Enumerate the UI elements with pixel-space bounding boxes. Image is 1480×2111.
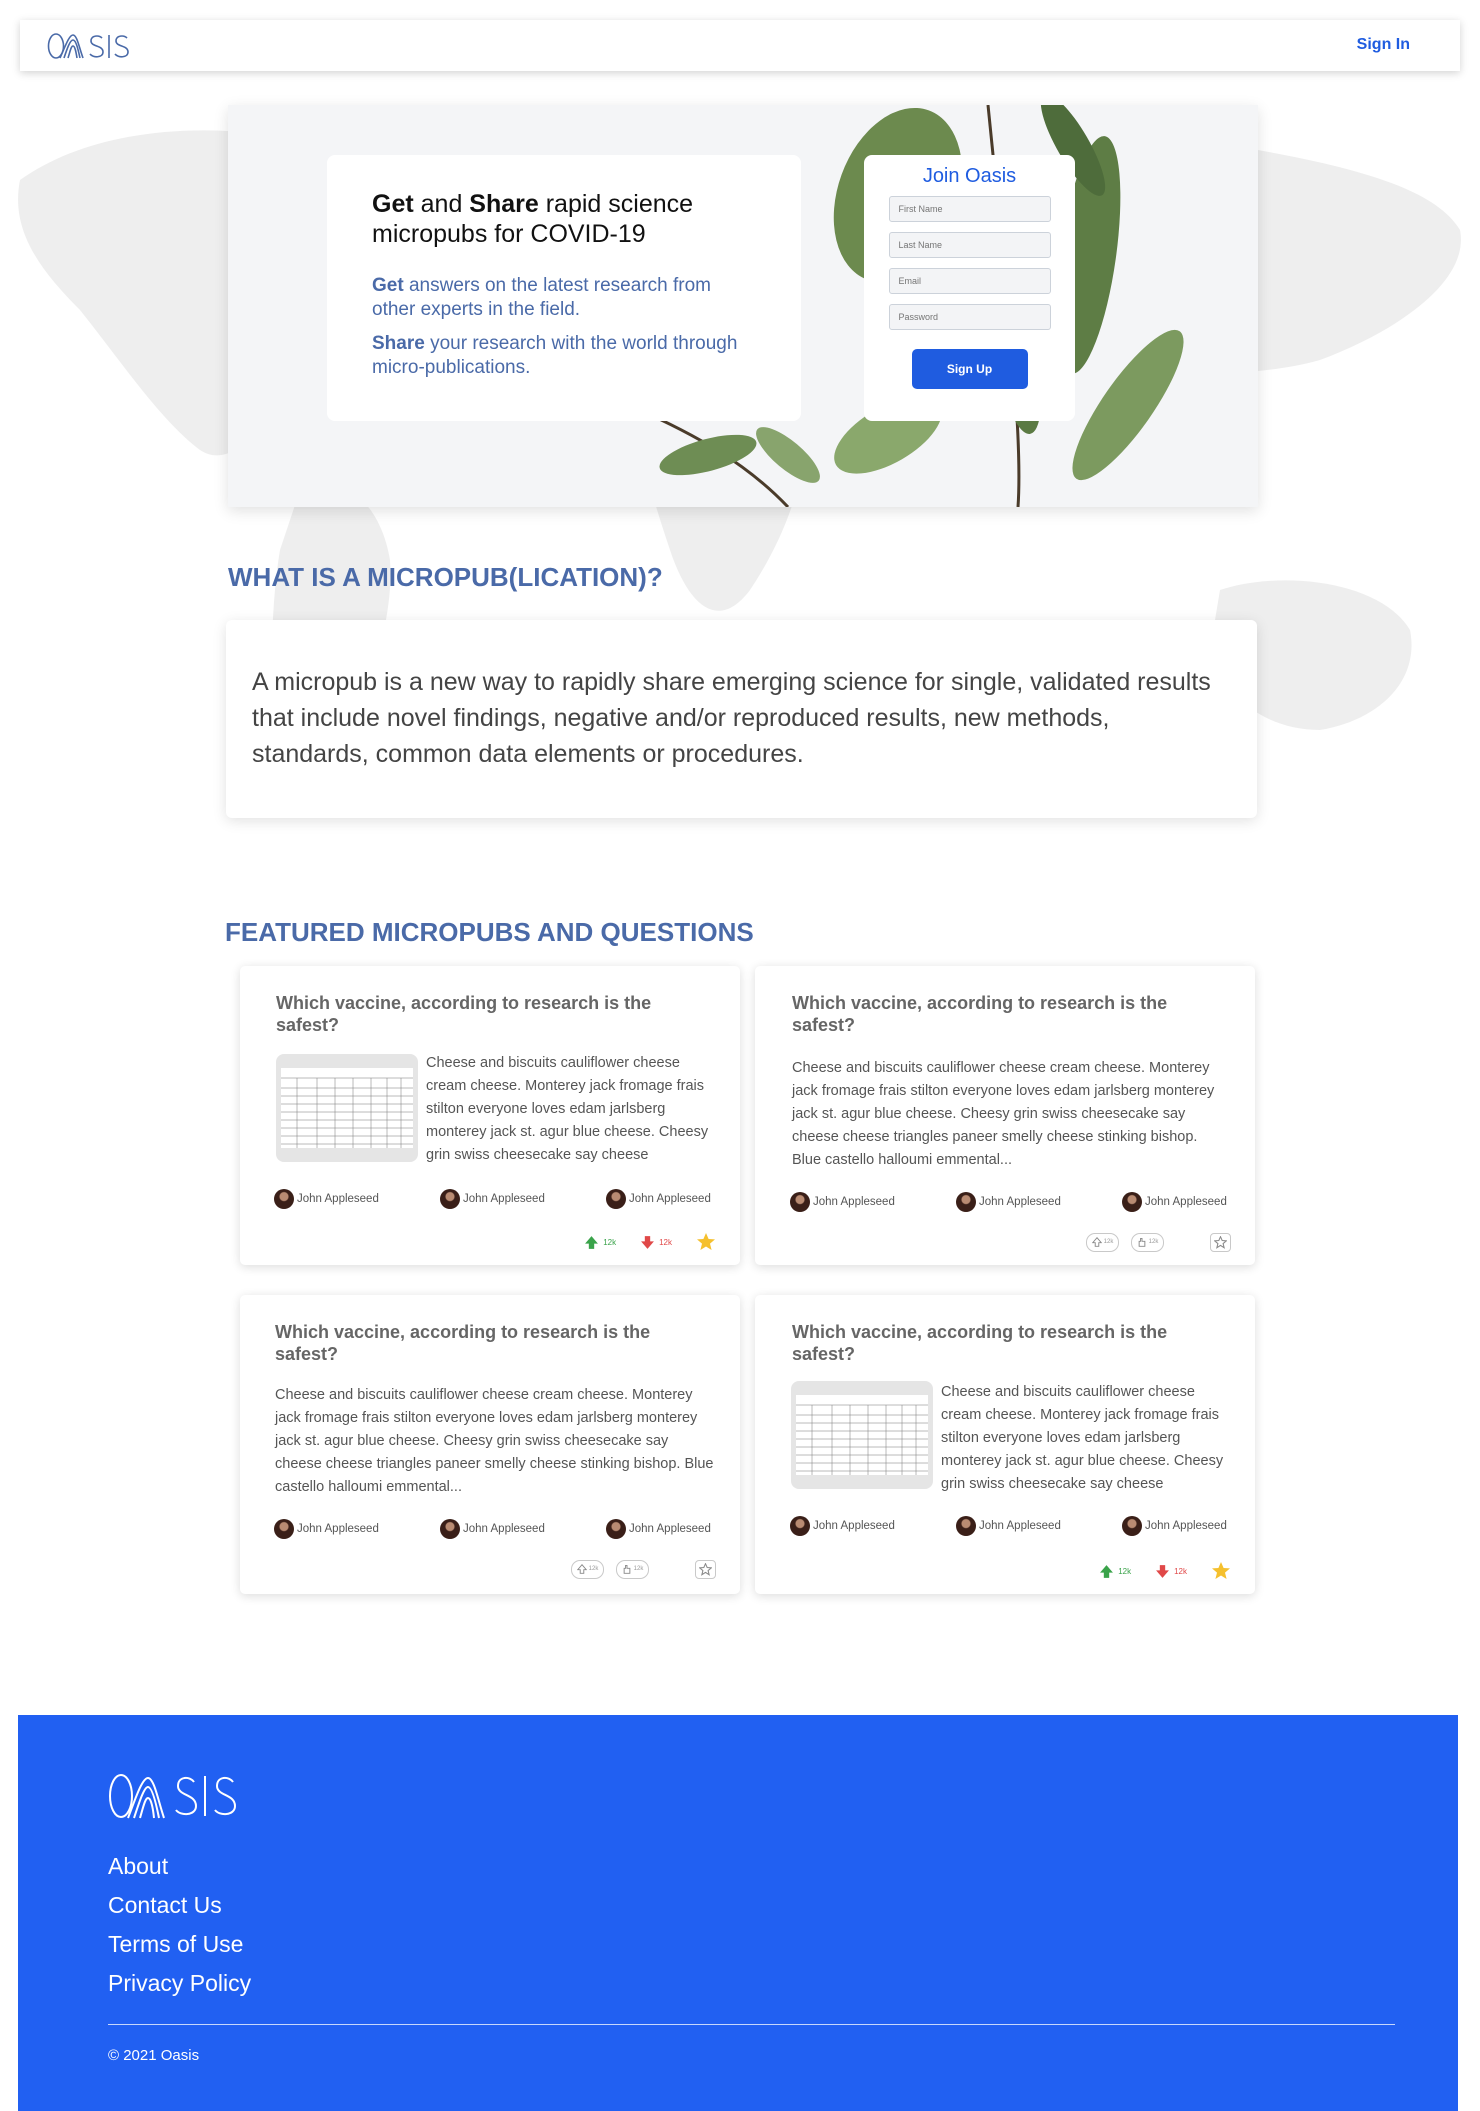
vote-actions: 12k 12k — [1075, 1560, 1231, 1582]
micropub-card[interactable]: Which vaccine, according to research is … — [755, 966, 1255, 1265]
footer-link-privacy[interactable]: Privacy Policy — [108, 1970, 251, 1997]
hero-title: Get and Share rapid science micropubs fo… — [372, 190, 694, 248]
hero-section: Get and Share rapid science micropubs fo… — [228, 105, 1258, 507]
avatar — [790, 1516, 810, 1536]
table-image — [281, 1068, 413, 1148]
avatar — [606, 1189, 626, 1209]
micropub-card[interactable]: Which vaccine, according to research is … — [755, 1295, 1255, 1594]
author-item[interactable]: John Appleseed — [1122, 1192, 1227, 1212]
last-name-field[interactable] — [888, 232, 1051, 258]
footer-link-about[interactable]: About — [108, 1853, 168, 1880]
downvote-button[interactable]: 12k — [1155, 1564, 1187, 1579]
upvote-button[interactable]: 12k — [1086, 1232, 1119, 1252]
author-item[interactable]: John Appleseed — [606, 1519, 711, 1539]
micropub-title[interactable]: Which vaccine, according to research is … — [275, 1321, 695, 1365]
what-description: A micropub is a new way to rapidly share… — [252, 668, 1211, 768]
author-item[interactable]: John Appleseed — [274, 1189, 379, 1209]
join-title: Join Oasis — [922, 165, 1017, 187]
upvote-button[interactable]: 12k — [584, 1235, 616, 1250]
footer-divider — [108, 2024, 1395, 2025]
hero-intro-card: Get and Share rapid science micropubs fo… — [327, 155, 801, 421]
sign-up-button[interactable]: Sign Up — [911, 349, 1028, 389]
author-item[interactable]: John Appleseed — [956, 1516, 1061, 1536]
micropub-title[interactable]: Which vaccine, according to research is … — [792, 992, 1212, 1036]
avatar — [956, 1192, 976, 1212]
star-icon — [697, 1233, 715, 1250]
author-item[interactable]: John Appleseed — [440, 1189, 545, 1209]
author-item[interactable]: John Appleseed — [790, 1192, 895, 1212]
oasis-logo-white[interactable] — [108, 1770, 236, 1822]
hero-get-text: Get answers on the latest research from … — [372, 275, 711, 320]
featured-heading: FEATURED MICROPUBS AND QUESTIONS — [225, 917, 754, 947]
site-footer: About Contact Us Terms of Use Privacy Po… — [18, 1715, 1458, 2111]
what-card: A micropub is a new way to rapidly share… — [226, 620, 1257, 818]
arrow-up-icon — [1091, 1237, 1102, 1247]
first-name-field[interactable] — [888, 196, 1051, 222]
sign-in-link[interactable]: Sign In — [1357, 36, 1410, 54]
star-outline-icon — [699, 1562, 712, 1576]
vote-actions: 12k 12k — [1074, 1231, 1231, 1253]
avatar — [1122, 1516, 1142, 1536]
arrow-up-icon — [1100, 1564, 1114, 1578]
join-form: Join Oasis Sign Up — [864, 155, 1075, 421]
downvote-button[interactable]: 12k — [616, 1559, 649, 1579]
star-icon — [1212, 1562, 1230, 1579]
hand-icon — [1138, 1237, 1145, 1247]
arrow-up-icon — [576, 1564, 587, 1574]
top-navbar: Sign In — [20, 20, 1460, 71]
email-field[interactable] — [888, 268, 1051, 294]
arrow-up-icon — [585, 1235, 599, 1249]
micropub-card[interactable]: Which vaccine, according to research is … — [240, 966, 740, 1265]
micropub-body: Cheese and biscuits cauliflower cheese c… — [275, 1387, 714, 1495]
avatar — [790, 1192, 810, 1212]
avatar — [606, 1519, 626, 1539]
password-field[interactable] — [888, 304, 1051, 330]
table-image — [796, 1395, 928, 1475]
table-thumbnail — [276, 1054, 418, 1162]
vote-actions: 12k 12k — [560, 1231, 716, 1253]
arrow-down-icon — [1156, 1564, 1170, 1578]
footer-link-terms[interactable]: Terms of Use — [108, 1931, 243, 1958]
author-item[interactable]: John Appleseed — [790, 1516, 895, 1536]
favorite-button[interactable] — [1210, 1232, 1231, 1252]
avatar — [440, 1519, 460, 1539]
author-item[interactable]: John Appleseed — [440, 1519, 545, 1539]
downvote-button[interactable]: 12k — [640, 1235, 672, 1250]
micropub-body: Cheese and biscuits cauliflower cheese c… — [792, 1060, 1215, 1168]
author-list: John Appleseed John Appleseed John Apple… — [790, 1192, 1230, 1214]
favorite-button[interactable] — [695, 1559, 716, 1579]
what-heading: WHAT IS A MICROPUB(LICATION)? — [228, 562, 663, 592]
micropub-card[interactable]: Which vaccine, according to research is … — [240, 1295, 740, 1594]
upvote-button[interactable]: 12k — [571, 1559, 604, 1579]
micropub-body: Cheese and biscuits cauliflower cheese c… — [941, 1384, 1224, 1492]
micropub-title[interactable]: Which vaccine, according to research is … — [276, 992, 696, 1036]
author-list: John Appleseed John Appleseed John Apple… — [790, 1516, 1230, 1538]
vote-actions: 12k 12k — [559, 1558, 716, 1580]
arrow-down-icon — [641, 1235, 655, 1249]
star-outline-icon — [1214, 1235, 1227, 1249]
avatar — [274, 1519, 294, 1539]
author-item[interactable]: John Appleseed — [1122, 1516, 1227, 1536]
hand-icon — [623, 1564, 630, 1574]
author-item[interactable]: John Appleseed — [956, 1192, 1061, 1212]
table-thumbnail — [791, 1381, 933, 1489]
avatar — [956, 1516, 976, 1536]
downvote-button[interactable]: 12k — [1131, 1232, 1164, 1252]
micropub-body: Cheese and biscuits cauliflower cheese c… — [426, 1055, 709, 1163]
author-list: John Appleseed John Appleseed John Apple… — [274, 1189, 714, 1211]
favorite-button[interactable] — [696, 1232, 716, 1252]
avatar — [1122, 1192, 1142, 1212]
favorite-button[interactable] — [1211, 1561, 1231, 1581]
author-item[interactable]: John Appleseed — [606, 1189, 711, 1209]
copyright: © 2021 Oasis — [108, 2047, 200, 2064]
avatar — [440, 1189, 460, 1209]
author-item[interactable]: John Appleseed — [274, 1519, 379, 1539]
hero-share-text: Share your research with the world throu… — [372, 333, 738, 378]
oasis-logo[interactable] — [47, 31, 129, 61]
micropub-title[interactable]: Which vaccine, according to research is … — [792, 1321, 1212, 1365]
upvote-button[interactable]: 12k — [1099, 1564, 1131, 1579]
footer-link-contact[interactable]: Contact Us — [108, 1892, 222, 1919]
avatar — [274, 1189, 294, 1209]
author-list: John Appleseed John Appleseed John Apple… — [274, 1519, 714, 1541]
